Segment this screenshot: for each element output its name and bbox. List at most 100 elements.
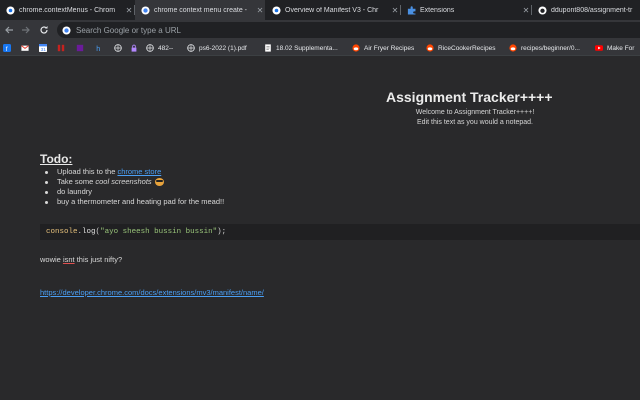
bookmark-ps6[interactable]: ps6-2022 (1).pdf — [187, 42, 247, 54]
paragraph-text: wowie — [40, 255, 63, 264]
close-icon[interactable]: ✕ — [390, 6, 400, 15]
bookmark-label: Make For — [607, 44, 635, 52]
arrow-left-icon — [5, 26, 13, 34]
calendar-icon: 31 — [39, 44, 47, 52]
globe-icon — [146, 44, 154, 52]
tab-title: chrome context menu create - — [154, 6, 247, 14]
tab-extensions[interactable]: Extensions ✕ — [401, 0, 531, 20]
google-icon — [62, 25, 71, 35]
bookmark-h-app[interactable]: h — [95, 42, 103, 54]
paragraph-text: this just nifty? — [74, 255, 123, 264]
facebook-icon: f — [3, 44, 11, 52]
tab-title: Overview of Manifest V3 - Chr — [285, 6, 379, 14]
manifest-docs-link[interactable]: https://developer.chrome.com/docs/extens… — [40, 288, 264, 297]
document-icon — [265, 44, 271, 52]
code-identifier: console — [46, 228, 78, 236]
intro-text[interactable]: Welcome to Assignment Tracker++++! Edit … — [400, 108, 550, 128]
back-button[interactable] — [2, 23, 16, 37]
address-bar[interactable]: Search Google or type a URL — [57, 22, 640, 38]
close-icon[interactable]: ✕ — [255, 6, 265, 15]
intro-line: Edit this text as you would a notepad. — [417, 119, 533, 126]
purple-app-icon — [76, 44, 84, 52]
list-item-text: buy a thermometer and heating pad for th… — [57, 197, 225, 206]
bullet — [45, 200, 48, 204]
reload-button[interactable] — [37, 23, 51, 37]
todo-list: Upload this to the chrome store Take som… — [45, 167, 224, 207]
bookmark-globe[interactable] — [114, 42, 122, 54]
list-item-text: do laundry — [57, 187, 93, 196]
page-title: Assignment Tracker++++ — [386, 89, 553, 105]
svg-text:h: h — [96, 44, 100, 52]
reload-icon — [40, 26, 48, 34]
list-item: Upload this to the chrome store — [45, 167, 224, 177]
bookmark-1802-supplementary[interactable]: 18.02 Supplementa... — [264, 42, 338, 54]
bookmark-gmail[interactable] — [21, 42, 29, 54]
list-item-text: Upload this to the — [57, 167, 116, 176]
arrow-right-icon — [22, 26, 30, 34]
puzzle-piece-icon — [407, 5, 416, 15]
code-block: console. log("ayo sheesh bussin bussin"); — [40, 224, 640, 240]
chrome-developers-icon — [6, 5, 15, 15]
bookmark-482[interactable]: 482-- — [146, 42, 173, 54]
tab-overview-manifest-v3[interactable]: Overview of Manifest V3 - Chr ✕ — [266, 0, 400, 20]
bullet — [45, 180, 48, 184]
reddit-icon — [426, 44, 434, 52]
bookmark-make-for[interactable]: Make For — [595, 42, 634, 54]
tab-strip: chrome.contextMenus - Chrom ✕ chrome con… — [0, 0, 640, 20]
globe-icon — [187, 44, 195, 52]
chrome-store-link[interactable]: chrome store — [117, 167, 161, 177]
todo-heading: Todo: — [40, 152, 73, 166]
svg-text:31: 31 — [41, 47, 47, 52]
page-content: Assignment Tracker++++ Welcome to Assign… — [0, 56, 640, 400]
bookmark-lock[interactable] — [130, 42, 138, 54]
forward-button[interactable] — [19, 23, 33, 37]
bookmarks-bar: f 31 h 482-- ps6-2022 (1).pdf 18.02 Supp… — [0, 40, 640, 56]
tab-github-assignment-tracker[interactable]: ddupont808/assignment-tr — [532, 0, 640, 20]
list-item: buy a thermometer and heating pad for th… — [45, 197, 224, 207]
h-app-icon: h — [96, 44, 100, 52]
bookmark-purple-app[interactable] — [76, 42, 84, 54]
gmail-icon — [21, 45, 29, 51]
bookmark-facebook[interactable]: f — [3, 42, 11, 54]
bookmark-label: recipes/beginner/0... — [521, 44, 580, 52]
tab-title: chrome.contextMenus - Chrom — [19, 6, 116, 14]
reddit-icon — [352, 44, 360, 52]
youtube-icon — [595, 45, 603, 51]
bookmark-red-app[interactable] — [57, 42, 65, 54]
intro-line: Welcome to Assignment Tracker++++! — [415, 109, 535, 116]
google-icon — [141, 5, 150, 15]
list-item: Take some cool screenshots — [45, 177, 224, 187]
bullet — [45, 190, 48, 194]
tab-chrome-contextmenus[interactable]: chrome.contextMenus - Chrom ✕ — [0, 0, 134, 20]
bullet — [45, 170, 48, 174]
bookmark-calendar[interactable]: 31 — [39, 42, 47, 54]
bookmark-label: RiceCookerRecipes — [438, 44, 496, 52]
github-icon — [538, 5, 547, 15]
close-icon[interactable]: ✕ — [521, 6, 531, 15]
spellcheck-word: isnt — [62, 255, 75, 264]
lock-icon — [131, 44, 137, 52]
tab-chrome-context-menu-create[interactable]: chrome context menu create - ✕ — [135, 0, 265, 20]
red-app-icon — [57, 44, 65, 52]
code-punctuation: ); — [217, 228, 227, 236]
bookmark-label: ps6-2022 (1).pdf — [199, 44, 247, 52]
address-bar-placeholder: Search Google or type a URL — [76, 25, 181, 35]
list-item: do laundry — [45, 187, 224, 197]
bookmark-label: 482-- — [158, 44, 174, 52]
close-icon[interactable]: ✕ — [124, 6, 134, 15]
list-item-emphasis: cool screenshots — [95, 177, 152, 186]
list-item-text: Take some — [57, 177, 94, 186]
globe-icon — [114, 44, 122, 52]
svg-text:f: f — [6, 46, 8, 52]
code-string: "ayo sheesh bussin bussin" — [100, 228, 218, 236]
bookmark-air-fryer-recipes[interactable]: Air Fryer Recipes — [352, 42, 414, 54]
sunglasses-emoji-icon — [154, 178, 164, 186]
tab-title: Extensions — [420, 6, 455, 14]
bookmark-label: 18.02 Supplementa... — [276, 44, 338, 52]
code-function: log — [82, 228, 96, 236]
bookmark-recipes-beginner[interactable]: recipes/beginner/0... — [509, 42, 580, 54]
bookmark-ricecookerrecipes[interactable]: RiceCookerRecipes — [426, 42, 495, 54]
tab-title: ddupont808/assignment-tr — [551, 6, 633, 14]
reddit-icon — [509, 44, 517, 52]
browser-toolbar: Search Google or type a URL — [0, 20, 640, 40]
